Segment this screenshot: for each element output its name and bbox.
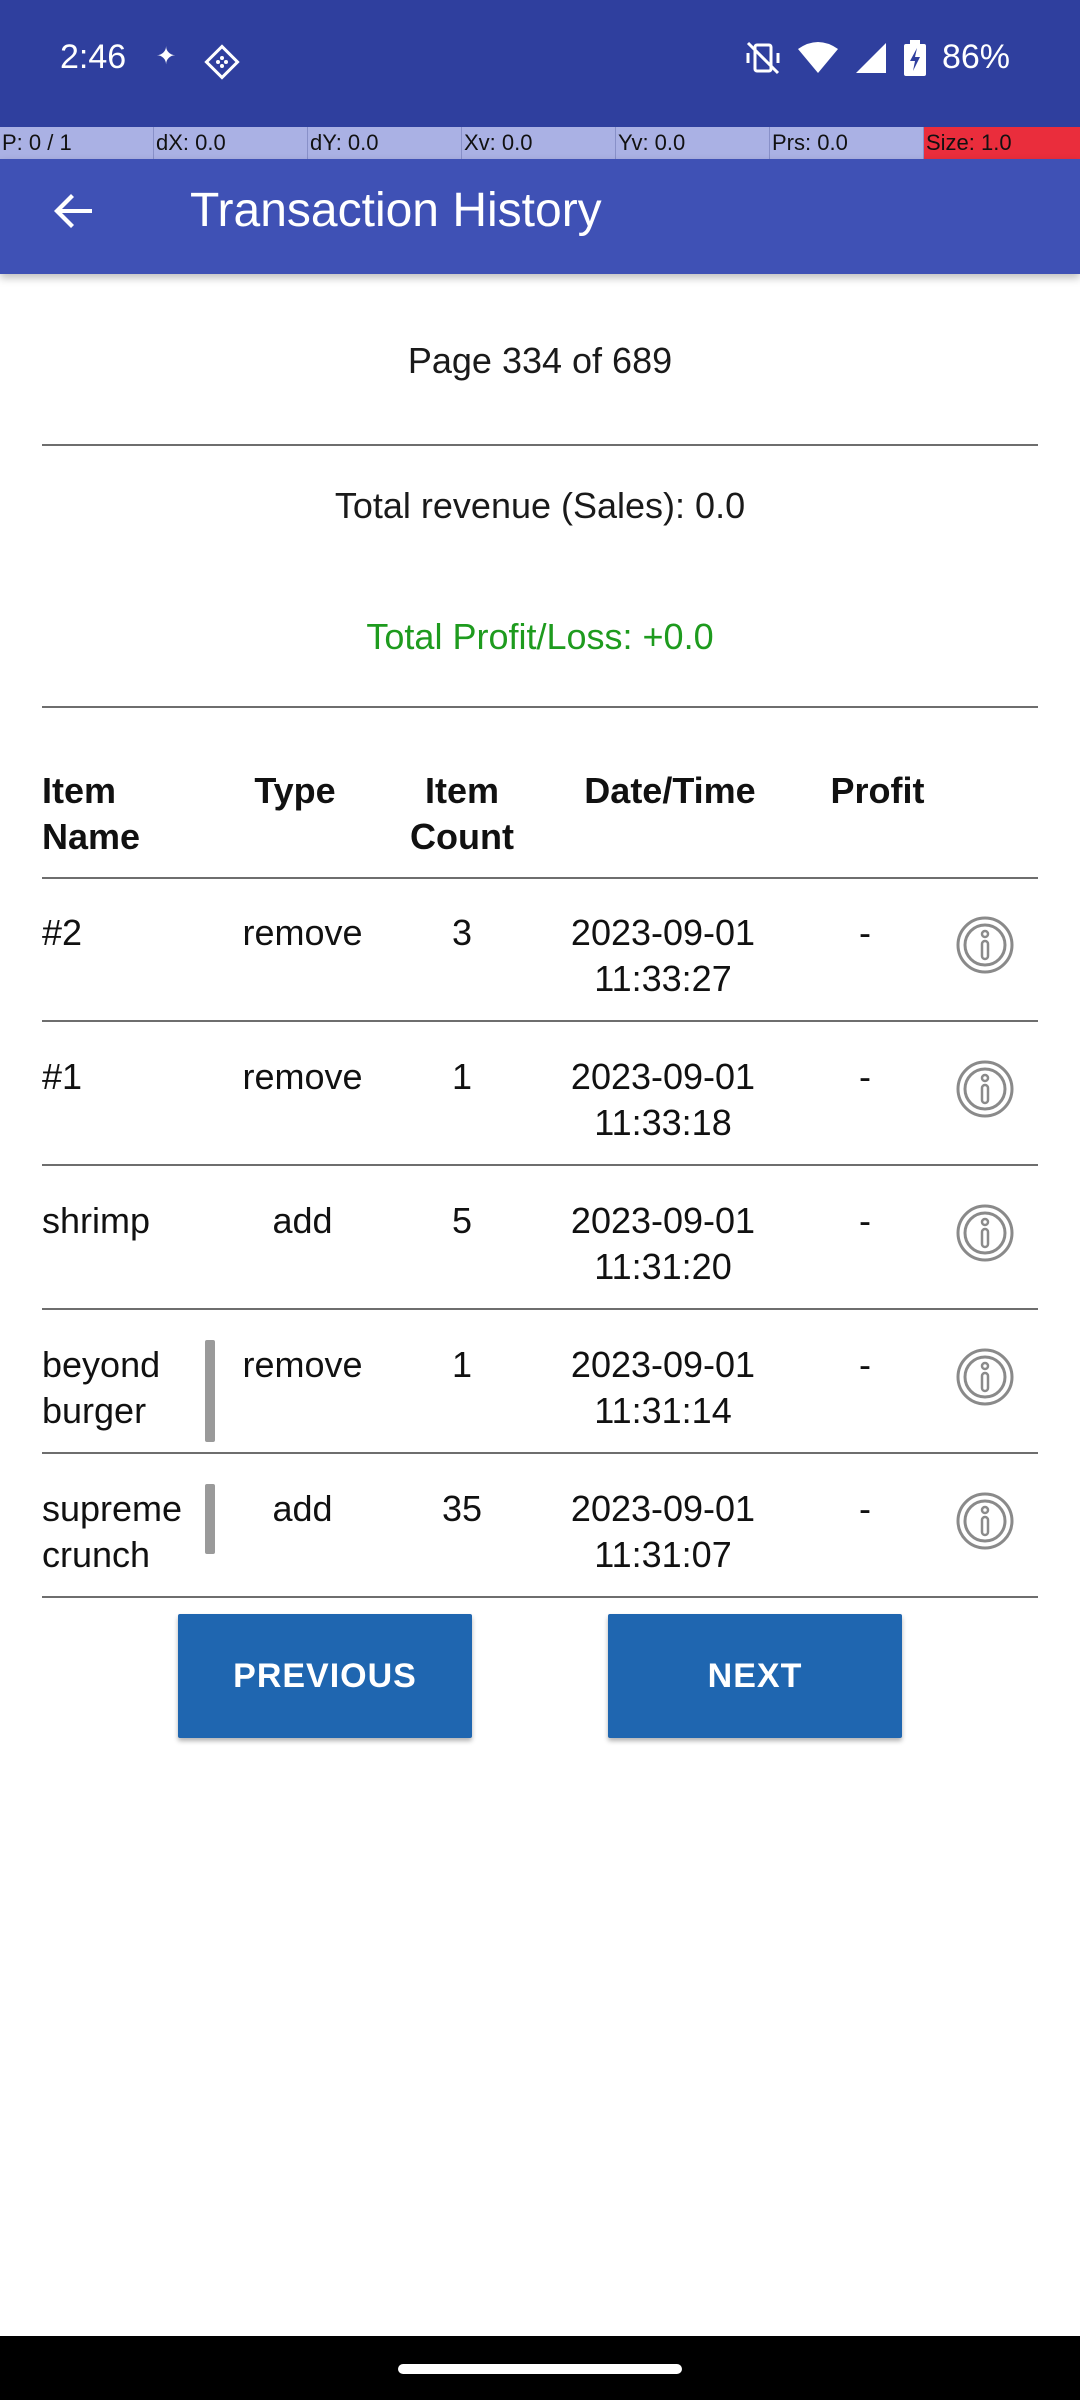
page-title: Transaction History [190,184,602,237]
velocity-x: Xv: 0.0 [462,127,616,159]
item-profit: - [859,1200,871,1241]
cell-scrollbar[interactable] [205,1340,215,1442]
item-name: #2 [42,912,83,953]
item-profit: - [859,1056,871,1097]
header-type: Type [254,770,336,811]
divider [42,444,1038,446]
divider [42,1164,1038,1166]
next-button[interactable]: NEXT [608,1614,902,1738]
item-date-time: 2023-09-01 11:31:14 [570,1344,756,1431]
total-revenue: Total revenue (Sales): 0.0 [334,485,746,526]
divider [42,1596,1038,1598]
divider [42,1452,1038,1454]
cell-scrollbar[interactable] [205,1484,215,1554]
item-name: shrimp [42,1200,151,1241]
delta-x: dX: 0.0 [154,127,308,159]
item-name: supreme crunch [42,1488,183,1575]
vibrate-off-icon [746,41,780,74]
navigation-bar [0,2336,1080,2400]
item-count: 35 [441,1488,483,1529]
header-item-count: Item Count [410,770,514,857]
item-count: 3 [451,912,473,953]
item-type: remove [242,1056,363,1097]
item-type: remove [242,1344,363,1385]
item-count: 1 [451,1344,473,1385]
delta-y: dY: 0.0 [308,127,462,159]
divider [42,1020,1038,1022]
item-type: remove [242,912,363,953]
info-icon[interactable] [956,1060,1014,1118]
total-profit-loss: Total Profit/Loss: +0.0 [366,616,714,657]
item-type: add [272,1200,333,1241]
pointer-count: P: 0 / 1 [0,127,154,159]
sparkle-icon: ✦ [156,43,177,70]
info-icon[interactable] [956,1204,1014,1262]
item-date-time: 2023-09-01 11:31:07 [570,1488,756,1575]
info-icon[interactable] [956,916,1014,974]
item-count: 5 [451,1200,473,1241]
info-icon[interactable] [956,1492,1014,1550]
wifi-icon [797,41,838,73]
divider [42,1308,1038,1310]
app-bar: Transaction History [0,159,1080,274]
home-gesture-handle[interactable] [398,2364,682,2374]
battery-percent: 86% [941,38,1010,76]
status-bar: 2:46 ✦ 86% [0,0,1080,127]
previous-button[interactable]: PREVIOUS [178,1614,472,1738]
divider [42,706,1038,708]
info-icon[interactable] [956,1348,1014,1406]
app-icon [204,44,240,80]
item-name: #1 [42,1056,83,1097]
pointer-location-bar: P: 0 / 1 dX: 0.0 dY: 0.0 Xv: 0.0 Yv: 0.0… [0,127,1080,159]
item-name: beyond burger [42,1344,161,1431]
item-date-time: 2023-09-01 11:33:27 [570,912,756,999]
status-time: 2:46 [60,38,127,76]
item-date-time: 2023-09-01 11:33:18 [570,1056,756,1143]
signal-icon [855,42,886,73]
item-profit: - [859,1488,871,1529]
arrow-back-icon [54,194,92,228]
item-type: add [272,1488,333,1529]
touch-size: Size: 1.0 [924,127,1080,159]
header-date-time: Date/Time [584,770,756,811]
header-item-name: Item Name [42,770,141,857]
item-date-time: 2023-09-01 11:31:20 [570,1200,756,1287]
item-profit: - [859,1344,871,1385]
back-button[interactable] [44,181,104,241]
item-profit: - [859,912,871,953]
pressure: Prs: 0.0 [770,127,924,159]
page-indicator: Page 334 of 689 [407,340,673,381]
velocity-y: Yv: 0.0 [616,127,770,159]
header-profit: Profit [830,770,925,811]
divider [42,877,1038,879]
item-count: 1 [451,1056,473,1097]
battery-icon [903,39,926,76]
